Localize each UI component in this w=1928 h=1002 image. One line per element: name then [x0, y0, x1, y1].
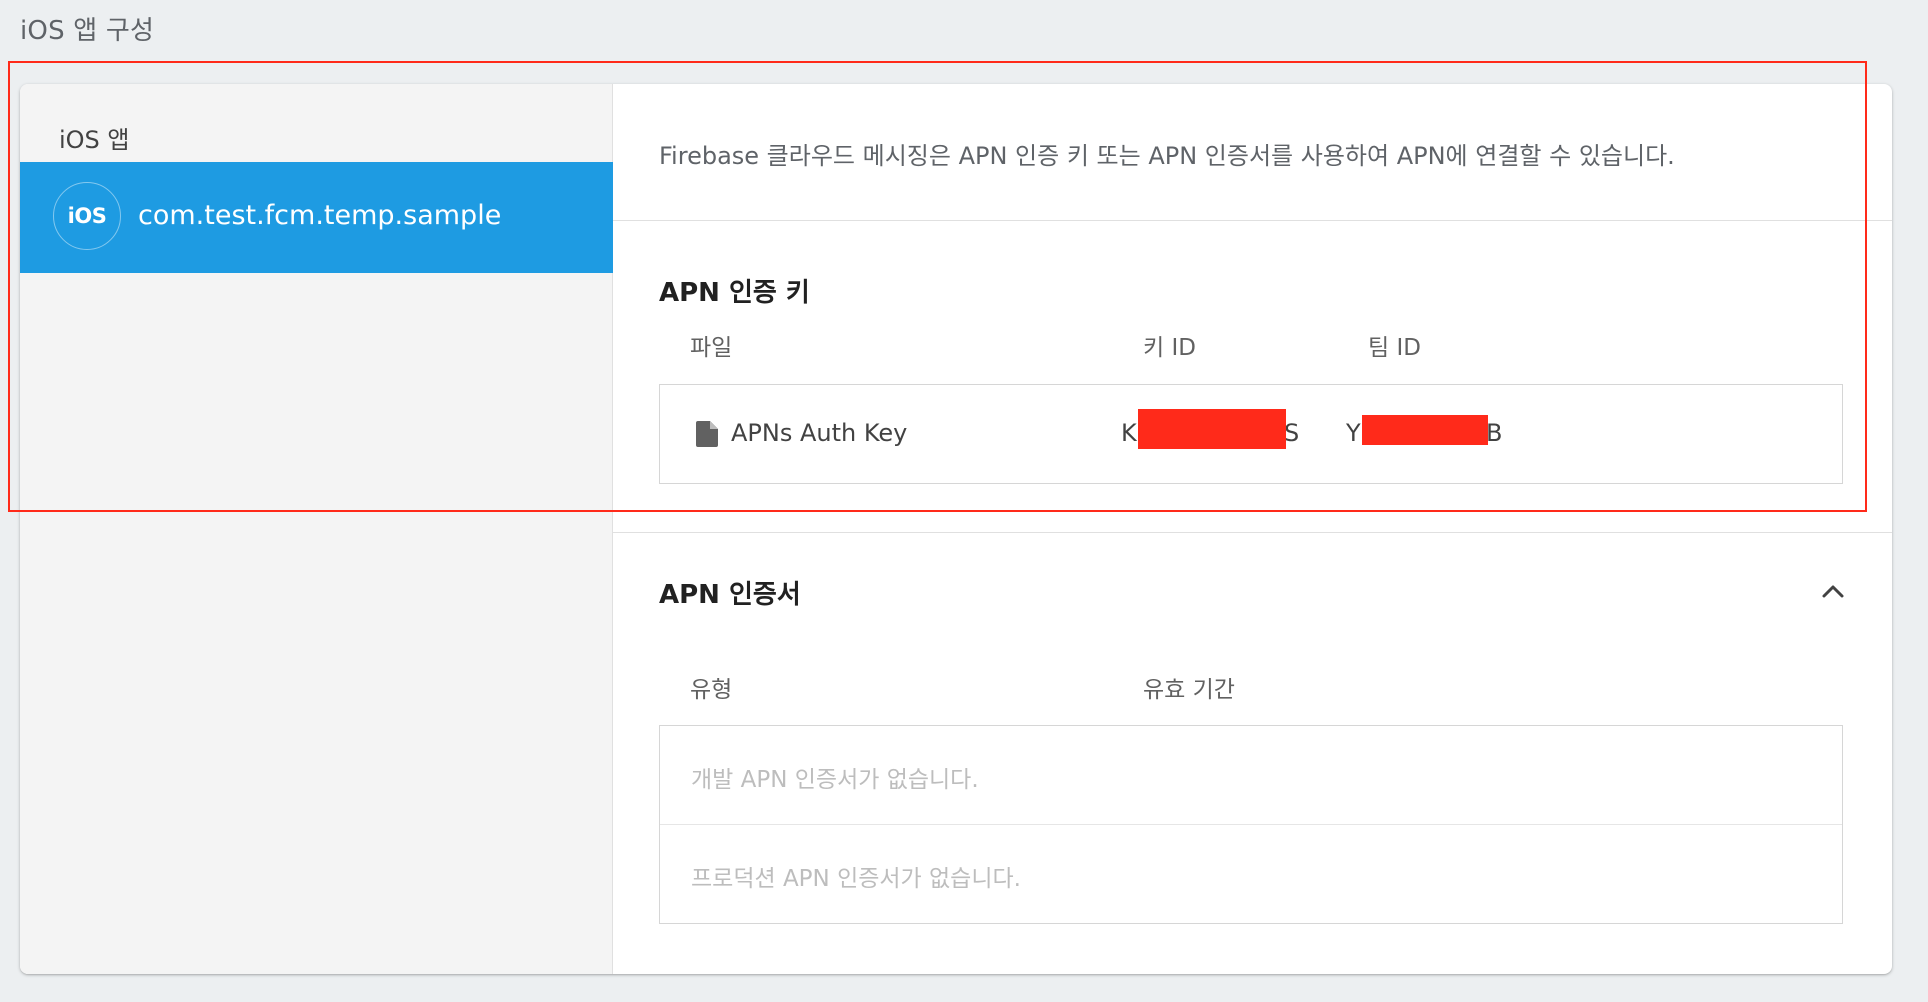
auth-key-title: APN 인증 키 — [659, 278, 810, 308]
team-id-suffix: B — [1486, 419, 1503, 447]
file-icon — [696, 421, 718, 447]
divider — [613, 532, 1892, 533]
col-header-expiry: 유효 기간 — [1143, 677, 1235, 703]
team-id-redaction — [1362, 415, 1488, 445]
table-row[interactable]: APNs Auth Key K S Y B — [660, 385, 1842, 483]
certificates-title: APN 인증서 — [659, 580, 801, 610]
table-row: 프로덕션 APN 인증서가 없습니다. — [660, 824, 1842, 923]
file-name: APNs Auth Key — [731, 419, 908, 447]
table-row: 개발 APN 인증서가 없습니다. — [660, 726, 1842, 824]
col-header-file: 파일 — [690, 335, 733, 361]
col-header-team-id: 팀 ID — [1368, 335, 1421, 361]
certificates-table: 개발 APN 인증서가 없습니다. 프로덕션 APN 인증서가 없습니다. — [659, 725, 1843, 924]
ios-icon: iOS — [53, 182, 121, 250]
key-id-redaction — [1138, 409, 1286, 449]
prod-cert-empty: 프로덕션 APN 인증서가 없습니다. — [691, 866, 1021, 892]
sidebar: iOS 앱 iOS com.test.fcm.temp.sample — [20, 84, 613, 974]
key-id-prefix: K — [1121, 419, 1137, 447]
team-id-prefix: Y — [1346, 419, 1361, 447]
col-header-type: 유형 — [690, 677, 733, 703]
ios-config-card: iOS 앱 iOS com.test.fcm.temp.sample Fireb… — [20, 84, 1892, 974]
sidebar-item-app[interactable]: iOS com.test.fcm.temp.sample — [20, 162, 613, 273]
auth-key-table: APNs Auth Key K S Y B — [659, 384, 1843, 484]
chevron-up-icon[interactable] — [1818, 577, 1848, 607]
col-header-key-id: 키 ID — [1143, 335, 1196, 361]
divider — [613, 220, 1892, 221]
app-bundle-id: com.test.fcm.temp.sample — [138, 200, 502, 231]
dev-cert-empty: 개발 APN 인증서가 없습니다. — [691, 767, 979, 793]
main-panel: Firebase 클라우드 메시징은 APN 인증 키 또는 APN 인증서를 … — [613, 84, 1892, 974]
key-id-suffix: S — [1284, 419, 1300, 447]
page-title: iOS 앱 구성 — [20, 16, 155, 46]
intro-text: Firebase 클라우드 메시징은 APN 인증 키 또는 APN 인증서를 … — [659, 142, 1675, 170]
sidebar-heading: iOS 앱 — [59, 126, 130, 154]
